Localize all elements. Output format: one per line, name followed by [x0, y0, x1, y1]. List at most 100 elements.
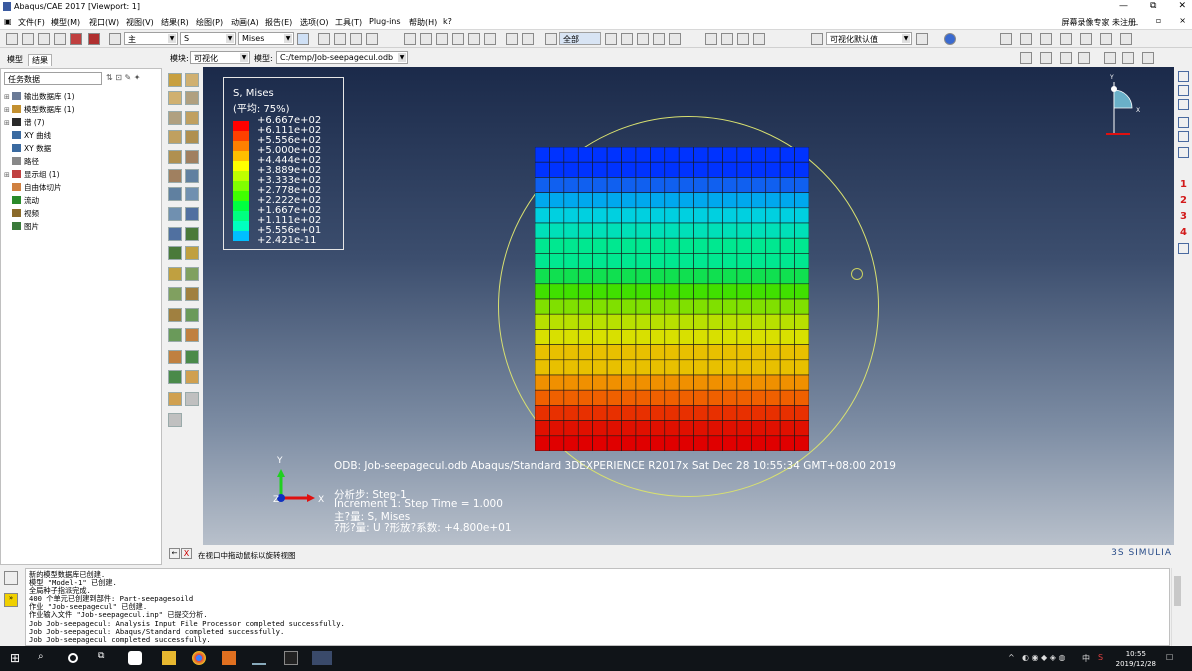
toolbox-tool-icon[interactable]	[185, 150, 199, 164]
zoom-box-icon[interactable]	[452, 33, 464, 45]
search-icon[interactable]: ⌕	[38, 651, 52, 665]
toolbox-tool-icon[interactable]	[168, 246, 182, 260]
component-select[interactable]: Mises ▼	[238, 32, 294, 45]
toolbox-tool-icon[interactable]	[168, 328, 182, 342]
file-explorer-icon[interactable]	[162, 651, 176, 665]
surface-icon[interactable]	[1060, 33, 1072, 45]
end-icon[interactable]	[1078, 52, 1090, 64]
table-icon[interactable]	[1120, 33, 1132, 45]
mdi-restore-button[interactable]: ▫	[1156, 16, 1161, 25]
toolbox-tool-icon[interactable]	[185, 207, 199, 221]
menu-icon[interactable]: ▣	[4, 17, 12, 26]
app-icon-1[interactable]	[128, 651, 142, 665]
message-scrollbar[interactable]	[1171, 568, 1183, 646]
filled-icon[interactable]	[737, 33, 749, 45]
menu-view[interactable]: 视图(V)	[126, 17, 154, 28]
toolbox-tool-icon[interactable]	[168, 227, 182, 241]
toolbox-tool-icon[interactable]	[168, 169, 182, 183]
last-frame-icon[interactable]	[366, 33, 378, 45]
notification-icon[interactable]: ☐	[1166, 653, 1173, 662]
toolbox-tool-icon[interactable]	[185, 308, 199, 322]
intersect-icon[interactable]	[653, 33, 665, 45]
view-number-4[interactable]: 4	[1180, 227, 1187, 238]
movie-icon[interactable]	[1122, 52, 1134, 64]
shaded-icon[interactable]	[669, 33, 681, 45]
toolbox-tool-icon[interactable]	[185, 130, 199, 144]
export-icon[interactable]	[1142, 52, 1154, 64]
context-help-icon[interactable]: k?	[443, 17, 452, 26]
undo-icon[interactable]	[1080, 33, 1092, 45]
mdi-close-button[interactable]: ×	[1179, 16, 1186, 25]
back-arrow-icon[interactable]: ←	[169, 548, 180, 559]
message-tab-icon[interactable]	[4, 571, 18, 585]
toolbox-tool-icon[interactable]	[185, 73, 199, 87]
toolbox-tool-icon[interactable]	[185, 328, 199, 342]
menu-file[interactable]: 文件(F)	[18, 17, 45, 28]
menu-plugins[interactable]: Plug-ins	[369, 17, 401, 26]
open-file-icon[interactable]	[22, 33, 34, 45]
toolbox-tool-icon[interactable]	[168, 413, 182, 427]
toolbox-tool-icon[interactable]	[185, 370, 199, 384]
view-number-2[interactable]: 2	[1180, 195, 1187, 206]
toolbox-tool-icon[interactable]	[168, 308, 182, 322]
menu-animate[interactable]: 动画(A)	[231, 17, 259, 28]
start-icon[interactable]: ⊞	[10, 651, 24, 665]
view-tool-icon[interactable]	[1178, 71, 1189, 82]
rotate-icon[interactable]	[420, 33, 432, 45]
info-icon[interactable]	[944, 33, 956, 45]
toolbox-tool-icon[interactable]	[168, 150, 182, 164]
toolbox-tool-icon[interactable]	[185, 111, 199, 125]
tree-filter-select[interactable]: 任务数据	[4, 72, 102, 85]
task-view-icon[interactable]: ⧉	[98, 651, 112, 665]
toolbox-tool-icon[interactable]	[185, 169, 199, 183]
system-clock[interactable]: 10:55 2019/12/28	[1116, 649, 1156, 669]
wireframe-icon[interactable]	[705, 33, 717, 45]
menu-tools[interactable]: 工具(T)	[335, 17, 362, 28]
view-tool-icon[interactable]	[1178, 85, 1189, 96]
magnify-icon[interactable]	[436, 33, 448, 45]
grid-icon[interactable]	[1100, 33, 1112, 45]
fit-view-icon[interactable]	[468, 33, 480, 45]
app-icon-2[interactable]	[222, 651, 236, 665]
toolbox-tool-icon[interactable]	[168, 350, 182, 364]
hidden-line-icon[interactable]	[721, 33, 733, 45]
remove-icon[interactable]	[637, 33, 649, 45]
toolbox-tool-icon[interactable]	[185, 91, 199, 105]
tree-node[interactable]: XY 数据	[4, 142, 75, 155]
view-tool-icon[interactable]	[1178, 147, 1189, 158]
display-group-icon[interactable]	[605, 33, 617, 45]
view-tool-icon[interactable]	[1178, 131, 1189, 142]
toolbox-tool-icon[interactable]	[168, 287, 182, 301]
chrome-icon[interactable]	[192, 651, 206, 665]
toolbox-tool-icon[interactable]	[185, 246, 199, 260]
ime-indicator[interactable]: 中	[1082, 653, 1090, 664]
model-select[interactable]: C:/temp/Job-seepagecul.odb ▼	[276, 51, 408, 64]
anim-options-icon[interactable]	[1104, 52, 1116, 64]
first-frame-icon[interactable]	[318, 33, 330, 45]
toolbox-tool-icon[interactable]	[168, 207, 182, 221]
menu-result[interactable]: 结果(R)	[161, 17, 189, 28]
prev-frame-icon[interactable]	[334, 33, 346, 45]
menu-help[interactable]: 帮助(H)	[409, 17, 437, 28]
terminal-icon[interactable]	[284, 651, 298, 665]
abaqus-taskbar-icon[interactable]	[312, 651, 332, 665]
visual-default-select[interactable]: 可视化默认值 ▼	[826, 32, 912, 45]
toolbox-tool-icon[interactable]	[168, 187, 182, 201]
sphere-icon[interactable]	[1020, 33, 1032, 45]
toolbox-tool-icon[interactable]	[185, 187, 199, 201]
toolbox-tool-icon[interactable]	[185, 392, 199, 406]
view-tool-icon[interactable]	[1178, 243, 1189, 254]
tray-arrow-icon[interactable]: ^	[1008, 653, 1015, 662]
save-icon[interactable]	[38, 33, 50, 45]
back-icon[interactable]	[1040, 52, 1052, 64]
macro-icon[interactable]	[88, 33, 100, 45]
menu-options[interactable]: 选项(O)	[300, 17, 329, 28]
toolbox-tool-icon[interactable]	[168, 73, 182, 87]
toolbox-tool-icon[interactable]	[168, 392, 182, 406]
palette-icon[interactable]	[916, 33, 928, 45]
play-icon[interactable]	[1060, 52, 1072, 64]
toolbox-tool-icon[interactable]	[185, 350, 199, 364]
antivirus-icon[interactable]: S	[1098, 653, 1103, 662]
minimize-button[interactable]: —	[1119, 1, 1128, 11]
tab-results[interactable]: 结果	[28, 54, 52, 66]
